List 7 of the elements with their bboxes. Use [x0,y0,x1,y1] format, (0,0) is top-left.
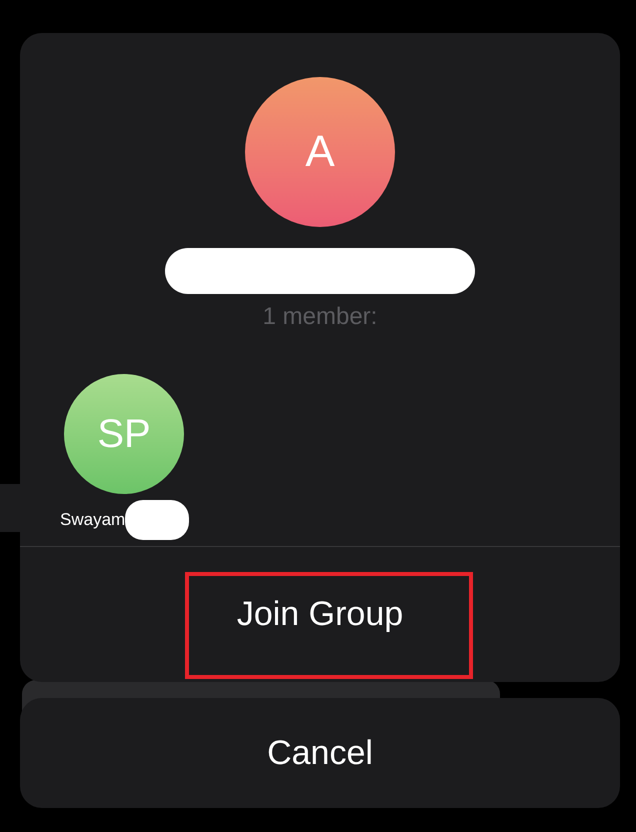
member-name: Swayam [60,509,126,531]
join-group-button[interactable]: Join Group [20,547,620,682]
redaction-mark [125,500,190,540]
member-avatar: SP [64,374,184,494]
member-count: 1 member: [262,302,378,332]
cancel-button[interactable]: Cancel [20,698,620,808]
group-avatar: A [245,77,395,227]
